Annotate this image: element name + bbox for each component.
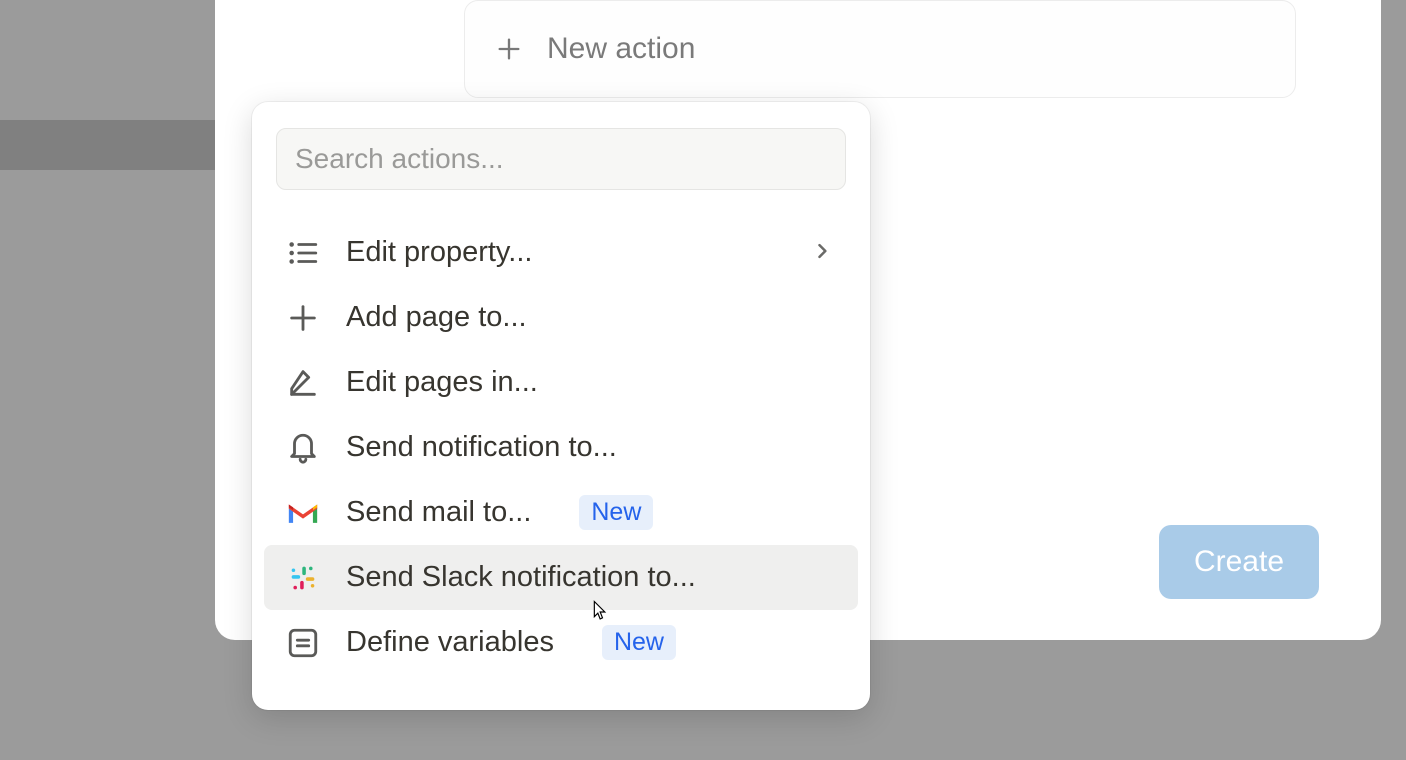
chevron-right-icon [812,241,836,265]
action-label: Edit property... [346,236,532,269]
create-button-label: Create [1194,545,1284,579]
action-label: Edit pages in... [346,366,538,399]
action-label: Send notification to... [346,431,617,464]
action-item-define-variables[interactable]: Define variables New [264,610,858,675]
edit-icon [286,366,320,400]
action-item-send-mail[interactable]: Send mail to... New [264,480,858,545]
action-item-edit-pages[interactable]: Edit pages in... [264,350,858,415]
plus-icon [495,35,523,63]
variables-icon [286,626,320,660]
action-item-edit-property[interactable]: Edit property... [264,220,858,285]
create-button[interactable]: Create [1159,525,1319,599]
action-label: Send mail to... [346,496,531,529]
background-sidebar-stripe [0,120,215,170]
new-action-label: New action [547,32,695,66]
plus-icon [286,301,320,335]
gmail-icon [286,496,320,530]
action-label: Define variables [346,626,554,659]
new-badge: New [602,625,676,660]
action-item-send-slack[interactable]: Send Slack notification to... [264,545,858,610]
action-list: Edit property... Add page to... [252,208,870,675]
bell-icon [286,431,320,465]
new-action-button[interactable]: New action [464,0,1296,98]
search-input[interactable] [295,143,827,175]
search-box[interactable] [276,128,846,190]
new-badge: New [579,495,653,530]
slack-icon [286,561,320,595]
list-icon [286,236,320,270]
actions-dropdown: Edit property... Add page to... [252,102,870,710]
action-item-add-page[interactable]: Add page to... [264,285,858,350]
action-item-send-notification[interactable]: Send notification to... [264,415,858,480]
action-label: Send Slack notification to... [346,561,696,594]
action-label: Add page to... [346,301,527,334]
